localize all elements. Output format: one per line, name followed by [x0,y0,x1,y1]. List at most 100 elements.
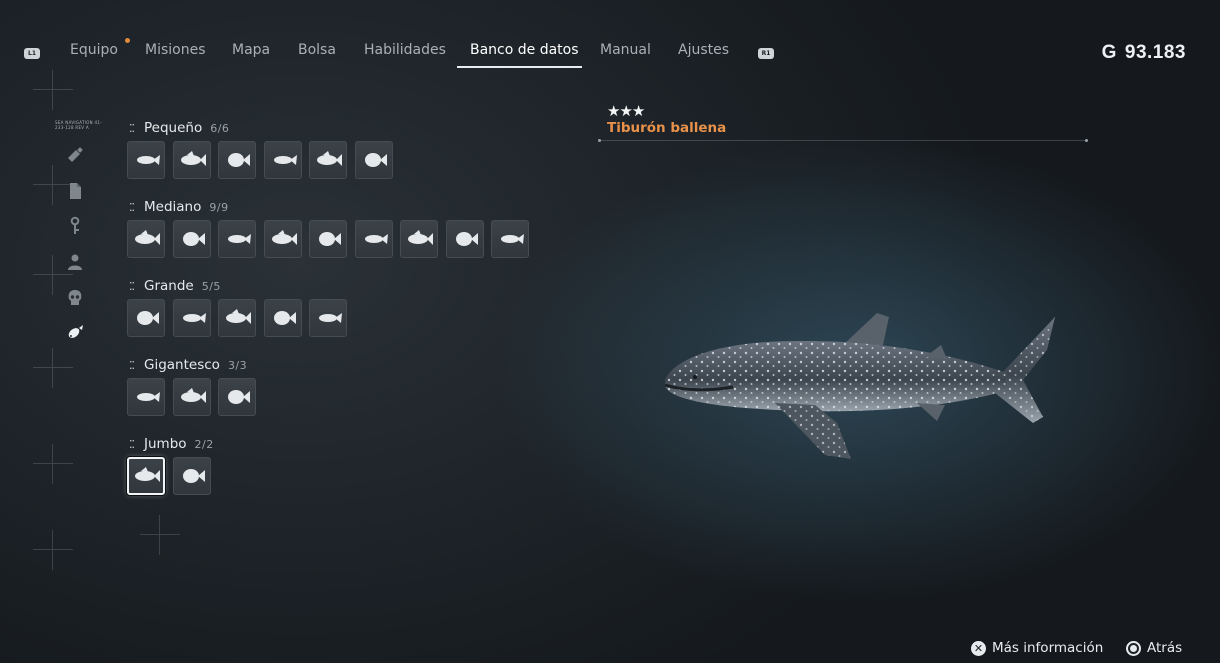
fish-slot[interactable] [309,141,347,179]
decor-crosshair [33,530,73,570]
fish-silhouette-icon [182,313,206,323]
category-name: Grande [144,278,194,294]
fish-silhouette-icon [182,232,205,246]
document-icon[interactable] [62,178,88,204]
decor-crosshair [33,348,73,388]
fish-silhouette-icon [319,313,342,323]
fish-name: Tiburón ballena [607,120,727,136]
category-header-jumbo: ⁚⁚ Jumbo 2/2 [129,436,214,452]
key-icon[interactable] [62,213,88,239]
fish-silhouette-icon [135,230,160,245]
fish-slot[interactable] [172,457,211,495]
skull-icon[interactable] [62,285,88,311]
fish-slot[interactable] [172,299,211,337]
tab-misiones[interactable]: Misiones [145,42,206,58]
category-name: Jumbo [144,436,187,452]
back-button[interactable]: Atrás [1126,640,1182,656]
grip-icon: ⁚⁚ [129,280,135,293]
active-tab-underline [457,66,582,68]
notification-dot [125,38,130,43]
fish-slot[interactable] [127,141,165,179]
top-nav: L1 Equipo Misiones Mapa Bolsa Habilidade… [0,36,1220,76]
fish-slot[interactable] [354,141,393,179]
category-name: Pequeño [144,120,203,136]
category-count: 6/6 [210,122,230,135]
circle-button-icon [1126,640,1141,656]
fish-silhouette-icon [364,153,387,167]
currency-symbol: G [1101,42,1117,63]
fish-silhouette-icon [317,151,342,166]
category-count: 2/2 [194,438,214,451]
fish-silhouette-icon [273,155,297,165]
rail-label: SEA NAVIGATION 41-233-128 REV A [55,120,102,130]
fish-slot[interactable] [309,299,347,337]
tab-equipo[interactable]: Equipo [70,42,118,58]
fish-slot[interactable] [263,141,302,179]
more-info-label: Más información [992,640,1104,656]
category-count: 9/9 [209,201,229,214]
category-header-grande: ⁚⁚ Grande 5/5 [129,278,221,294]
person-icon[interactable] [62,249,88,275]
category-header-gigantesco: ⁚⁚ Gigantesco 3/3 [129,357,247,373]
fish-slot[interactable] [218,378,256,416]
fish-slot[interactable] [263,220,302,258]
more-info-button[interactable]: ✕ Más información [971,640,1103,656]
fish-silhouette-icon [226,309,251,324]
tab-ajustes[interactable]: Ajustes [678,42,729,58]
fish-icon[interactable] [62,320,88,346]
tab-bolsa[interactable]: Bolsa [298,42,336,58]
fish-slot[interactable] [218,299,256,337]
grip-icon: ⁚⁚ [129,122,135,135]
fish-slot[interactable] [218,220,256,258]
fish-slot[interactable] [127,378,165,416]
fish-silhouette-icon [228,234,251,244]
decor-crosshair [33,70,73,110]
fish-slot[interactable] [400,220,438,258]
fish-slot[interactable] [127,299,165,337]
fish-slot[interactable] [445,220,484,258]
category-count: 3/3 [227,359,248,372]
fish-slot[interactable] [127,457,165,495]
back-label: Atrás [1147,640,1183,656]
fish-silhouette-icon [135,467,160,482]
fish-slot[interactable] [263,299,302,337]
fish-slot[interactable] [491,220,529,258]
currency-value: 93.183 [1124,42,1186,63]
fish-slot[interactable] [172,141,211,179]
r1-trigger-icon[interactable]: R1 [758,48,774,59]
tab-habilidades[interactable]: Habilidades [364,42,446,58]
fish-silhouette-icon [271,230,297,245]
fish-silhouette-icon [228,390,250,404]
fish-slot[interactable] [127,220,165,258]
cross-button-icon: ✕ [971,640,986,656]
category-header-pequeno: ⁚⁚ Pequeño 6/6 [129,120,229,136]
fish-silhouette-icon [319,232,341,246]
tab-banco-de-datos[interactable]: Banco de datos [470,42,579,58]
grip-icon: ⁚⁚ [129,438,135,451]
fish-silhouette-icon [137,311,159,325]
grip-icon: ⁚⁚ [129,201,135,214]
category-name: Mediano [144,199,202,215]
category-name: Gigantesco [144,357,220,373]
fish-silhouette-icon [137,155,160,165]
rarity-stars: ★★★ [607,102,645,120]
fish-slot[interactable] [218,141,256,179]
fish-silhouette-icon [273,311,296,325]
tab-manual[interactable]: Manual [600,42,651,58]
fish-slot[interactable] [172,220,211,258]
l1-trigger-icon[interactable]: L1 [24,48,40,59]
fish-silhouette-icon [180,388,206,403]
fish-silhouette-icon [137,392,160,402]
fish-silhouette-icon [455,232,478,246]
whistle-icon[interactable] [62,142,88,168]
fish-silhouette-icon [501,234,524,244]
fish-slot[interactable] [354,220,393,258]
tab-mapa[interactable]: Mapa [232,42,270,58]
decor-crosshair [140,515,180,555]
fish-silhouette-icon [228,153,250,167]
category-count: 5/5 [201,280,221,293]
detail-divider [598,139,1088,142]
fish-slot[interactable] [172,378,211,416]
whale-shark-model [664,313,1055,459]
fish-slot[interactable] [309,220,347,258]
